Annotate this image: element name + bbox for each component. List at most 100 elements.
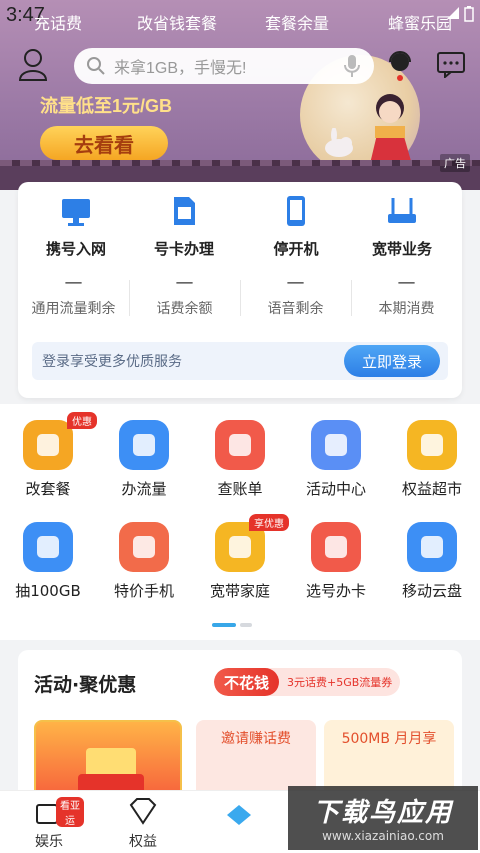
activity-title: 活动·聚优惠 [34,674,137,696]
service-broadband[interactable]: 宽带业务 [352,194,452,259]
balance-label: 话费余额 [156,301,213,317]
service-suspend[interactable]: 停开机 [246,194,346,259]
v-badge-icon [407,420,457,470]
balance-data[interactable]: — 通用流量剩余 [18,274,129,318]
diamond-icon [129,798,157,825]
tab-label: 权益 [129,834,157,850]
tab-benefits[interactable]: 权益 [108,797,178,851]
search-icon [87,57,105,75]
ad-label: 广告 [440,154,470,172]
activity-card-label: 邀请赚话费 [221,731,291,747]
message-icon[interactable] [437,52,465,78]
watermark-logo: 下载鸟应用 www.xiazainiao.com [288,786,478,850]
grid-label: 选号办卡 [305,582,366,600]
tab-label: 娱乐 [35,834,63,850]
grid-item-8[interactable]: 享优惠宽带家庭 [192,514,289,601]
cloud-upload-icon [407,522,457,572]
grid-label: 活动中心 [305,480,366,498]
grid-label: 移动云盘 [401,582,462,600]
lucky-bag-icon [23,522,73,572]
gift-box-illustration [78,748,144,800]
activity-tag-sub: 3元话费+5GB流量券 [287,676,393,689]
grid-item-1[interactable]: 优惠改套餐 [0,412,97,499]
grid-label: 改套餐 [25,480,71,498]
promo-text: 流量低至1元/GB [40,96,173,116]
search-input[interactable]: 来拿1GB，手慢无! [74,48,374,84]
layers-icon: 优惠 [23,412,97,470]
home-icon [227,805,251,825]
sim-card-icon [174,197,195,225]
balance-label: 语音剩余 [267,301,324,317]
search-placeholder: 来拿1GB，手慢无! [114,60,247,77]
grid-item-10[interactable]: 移动云盘 [384,522,480,601]
grid-label: 办流量 [121,480,167,498]
grid-label: 查账单 [217,480,263,498]
tab-home[interactable] [204,797,274,831]
login-prompt: 登录享受更多优质服务 立即登录 [32,342,448,380]
balance-value: — [397,272,416,293]
grid-label: 抽100GB [15,582,81,600]
bill-search-icon [215,420,265,470]
computer-icon [62,199,90,226]
service-label: 宽带业务 [371,240,432,258]
grid-label: 宽带家庭 [209,582,270,600]
balance-value: — [175,272,194,293]
service-sim-card[interactable]: 号卡办理 [134,194,234,259]
login-button[interactable]: 立即登录 [344,345,440,377]
grid-label: 特价手机 [113,582,174,600]
signal-icon [447,7,459,19]
service-label: 停开机 [273,240,319,258]
activity-card-label: 500MB 月月享 [341,731,437,747]
promo-button[interactable]: 去看看 [40,126,168,160]
watermark-main: 下载鸟应用 [312,798,453,828]
grid-item-5[interactable]: 权益超市 [384,420,480,499]
girl-illustration [369,94,413,168]
grid-label: 权益超市 [401,480,462,498]
grid-item-6[interactable]: 抽100GB [0,522,96,601]
balance-value: — [286,272,305,293]
page-dot-active [212,623,236,627]
tab-honey-park[interactable]: 蜂蜜乐园 [388,10,452,34]
tab-entertainment[interactable]: 娱乐 看亚运 [14,797,84,851]
balance-fee[interactable]: — 话费余额 [129,274,240,318]
activity-card-gift[interactable] [34,720,182,800]
page-indicator [212,623,252,627]
battery-icon [464,6,474,22]
grid-badge: 享优惠 [249,514,289,531]
grid-item-9[interactable]: 选号办卡 [288,522,384,601]
rabbit-illustration [325,128,353,157]
tab-save-plan[interactable]: 改省钱套餐 [137,10,217,34]
phone-icon [287,196,305,226]
grid-item-4[interactable]: 活动中心 [288,420,384,499]
customer-service-icon[interactable] [386,48,414,82]
gift-icon [311,420,361,470]
status-icons [446,6,474,22]
balance-spend[interactable]: — 本期消费 [351,274,462,318]
activity-tag-main: 不花钱 [214,668,280,696]
drop-chart-icon [119,420,169,470]
user-icon[interactable] [18,48,48,82]
service-card: 携号入网 号卡办理 停开机 宽带业务 — 通用流量剩余 — 话费余额 — 语音剩余 —… [18,182,462,398]
login-text: 登录享受更多优质服务 [42,354,182,370]
balance-value: — [64,272,83,293]
router-icon [388,198,416,223]
tab-recharge[interactable]: 充话费 [34,10,82,34]
grid-item-2[interactable]: 办流量 [96,420,192,499]
header-bar: 来拿1GB，手慢无! [0,40,480,90]
grid-badge: 优惠 [67,412,97,429]
tab-badge: 看亚运 [56,797,84,827]
phone-fire-icon [119,522,169,572]
grid-item-7[interactable]: 特价手机 [96,522,192,601]
balance-label: 本期消费 [378,301,435,317]
activity-section: 活动·聚优惠 不花钱 3元话费+5GB流量券 邀请赚话费 500MB 月月享 [18,650,462,800]
service-number-transfer[interactable]: 携号入网 [26,194,126,259]
activity-tag[interactable]: 不花钱 3元话费+5GB流量券 [214,668,401,696]
service-label: 携号入网 [45,240,106,258]
wifi-router-icon: 享优惠 [215,514,289,572]
grid-item-3[interactable]: 查账单 [192,420,288,499]
tab-plan-balance[interactable]: 套餐余量 [265,10,329,34]
watermark-sub: www.xiazainiao.com [322,829,444,843]
page-dot [240,623,252,627]
balance-voice[interactable]: — 语音剩余 [240,274,351,318]
mic-icon[interactable] [344,54,360,78]
